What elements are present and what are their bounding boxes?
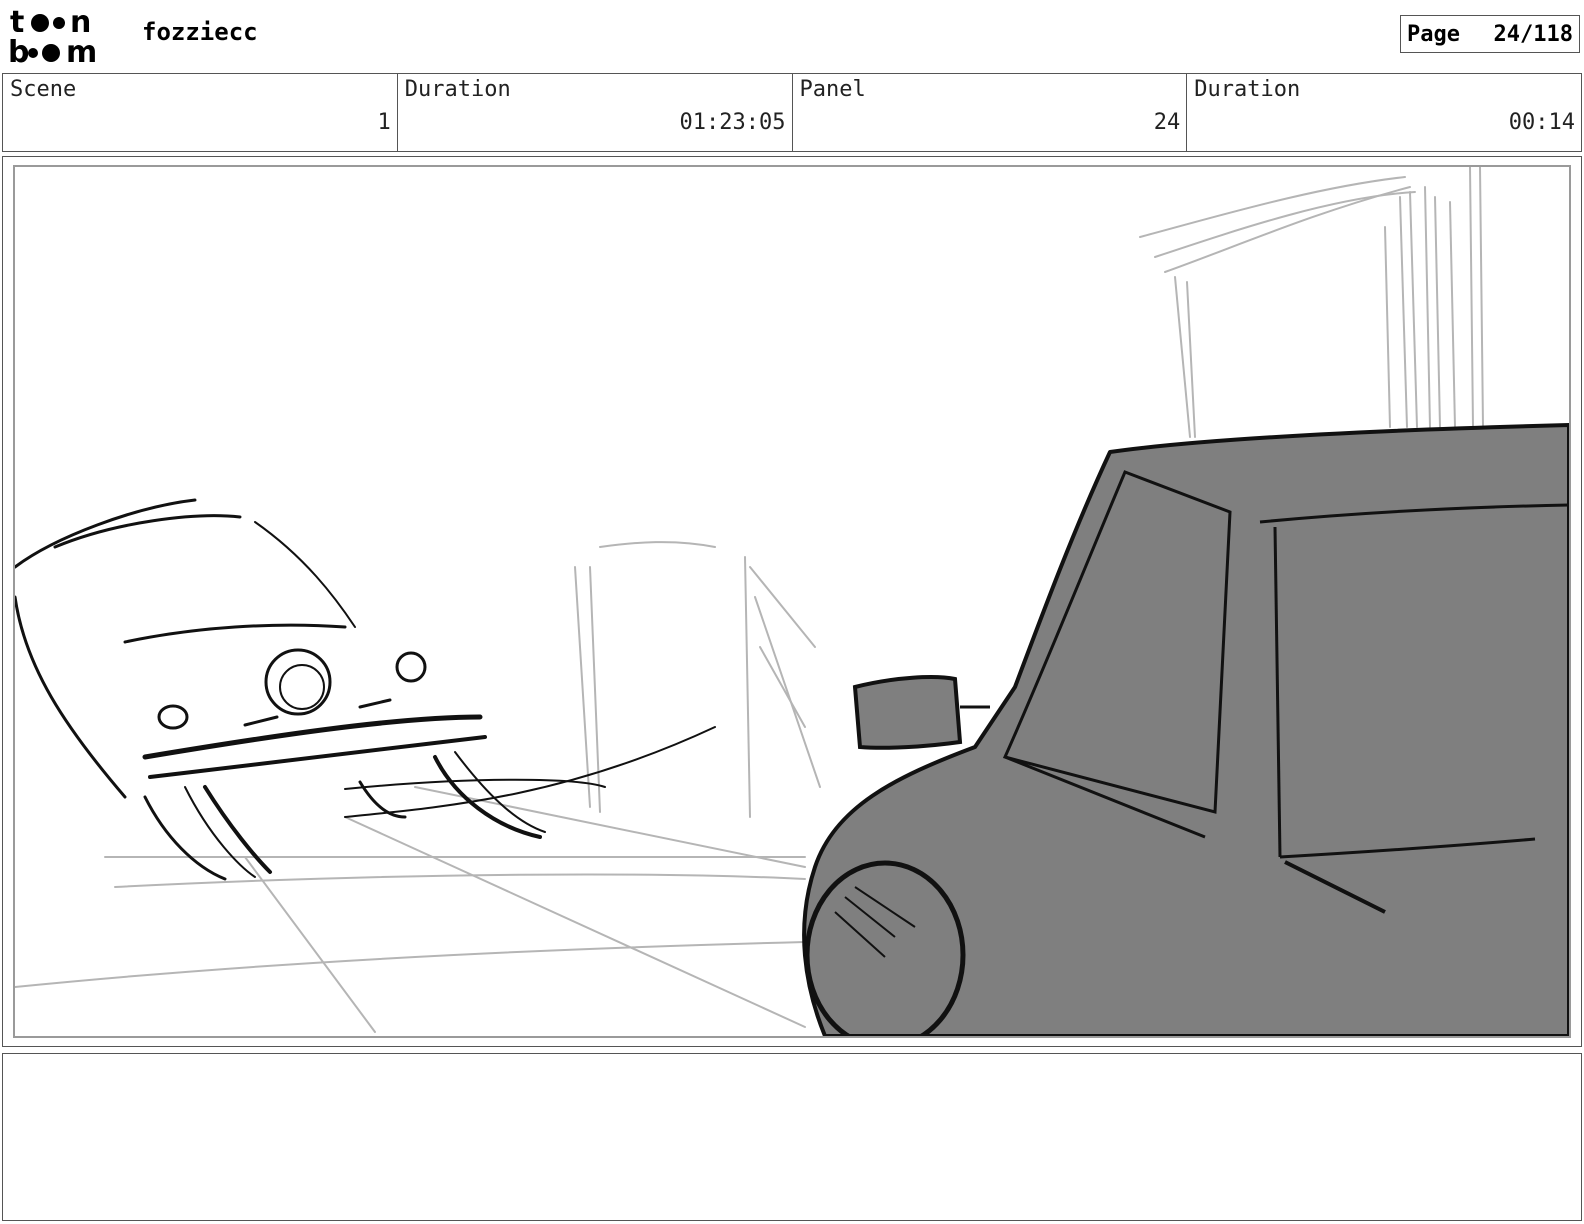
panel-value: 24 bbox=[1153, 110, 1181, 135]
panel-duration-value: 00:14 bbox=[1508, 110, 1575, 135]
storyboard-panel-image bbox=[13, 165, 1571, 1038]
scene-duration-label: Duration bbox=[404, 77, 511, 102]
page-label: Page bbox=[1407, 21, 1460, 47]
page-value: 24/118 bbox=[1493, 21, 1573, 47]
svg-text:b: b bbox=[8, 35, 29, 66]
page-indicator: Page 24/118 bbox=[1400, 15, 1580, 53]
project-name: fozziecc bbox=[142, 18, 258, 46]
cartoon-car bbox=[15, 498, 716, 881]
svg-text:m: m bbox=[66, 35, 97, 66]
toon-boom-logo: t n b m bbox=[6, 4, 118, 70]
panel-duration-cell: Duration 00:14 bbox=[1187, 74, 1581, 151]
notes-area[interactable] bbox=[2, 1053, 1582, 1221]
panel-label: Panel bbox=[799, 77, 866, 102]
scene-value: 1 bbox=[377, 110, 391, 135]
scene-duration-cell: Duration 01:23:05 bbox=[398, 74, 793, 151]
scene-label: Scene bbox=[10, 77, 77, 102]
scene-info-table: Scene 1 Duration 01:23:05 Panel 24 Durat… bbox=[2, 73, 1582, 152]
dark-car bbox=[802, 423, 1569, 1036]
scene-duration-value: 01:23:05 bbox=[679, 110, 786, 135]
panel-frame bbox=[2, 156, 1582, 1047]
storyboard-sketch bbox=[15, 167, 1569, 1036]
scene-cell: Scene 1 bbox=[3, 74, 398, 151]
panel-duration-label: Duration bbox=[1194, 77, 1301, 102]
panel-cell: Panel 24 bbox=[793, 74, 1188, 151]
